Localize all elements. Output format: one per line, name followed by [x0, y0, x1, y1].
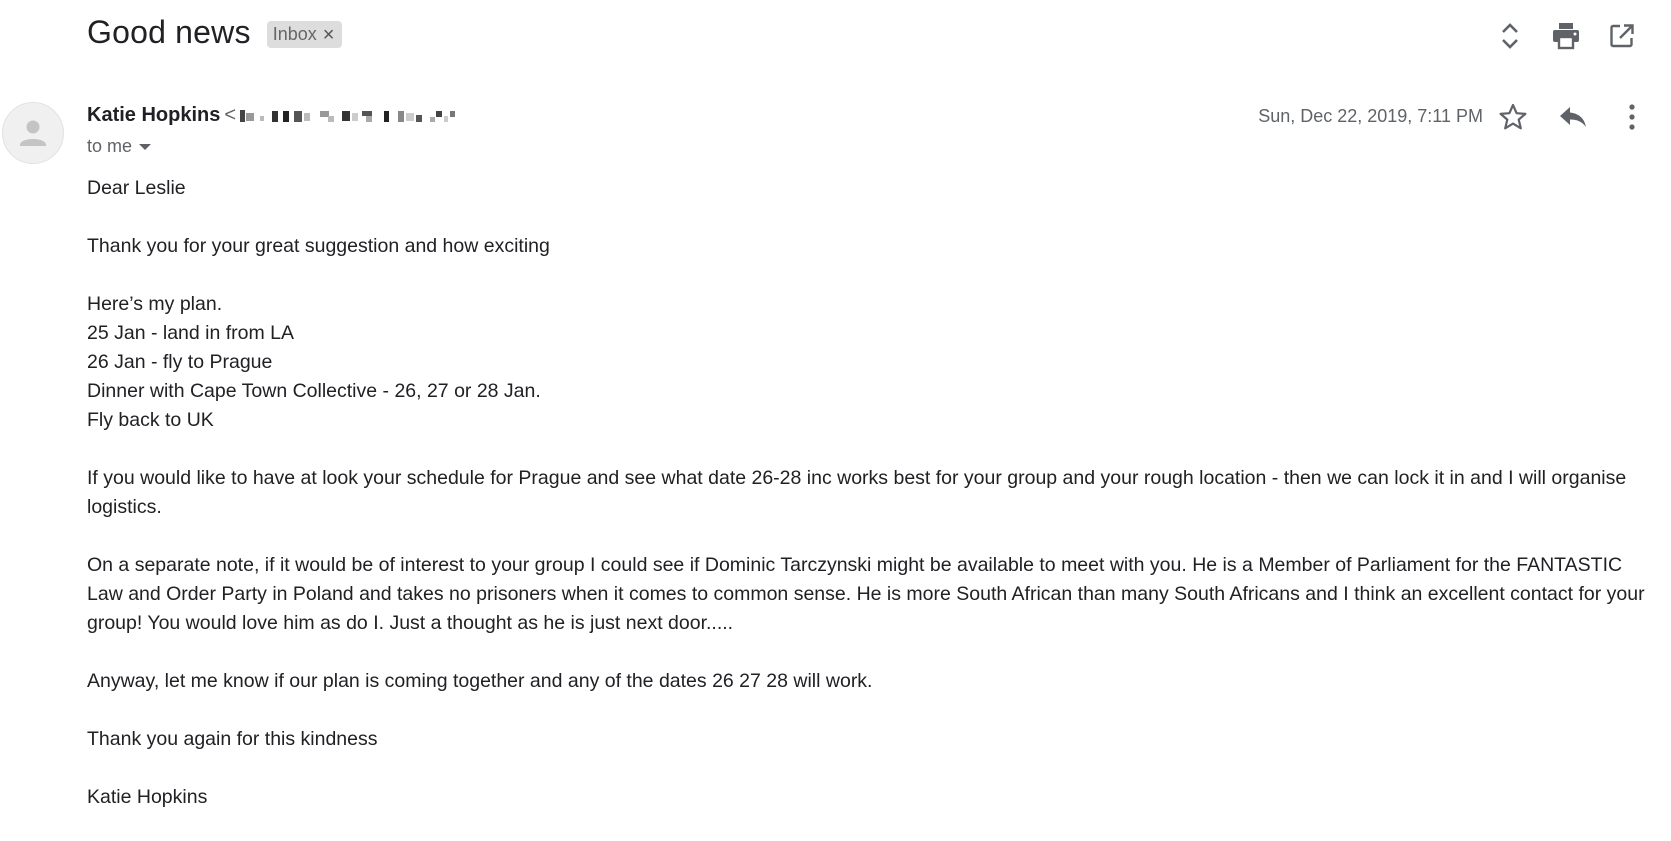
- thread-toolbar: [1481, 20, 1671, 56]
- sender-name[interactable]: Katie Hopkins: [87, 104, 220, 127]
- recipient-line: to me: [87, 136, 133, 156]
- separate-note-paragraph: On a separate note, if it would be of in…: [87, 554, 1645, 634]
- plan-line: 25 Jan - land in from LA: [87, 322, 295, 344]
- sender-avatar[interactable]: [2, 102, 64, 164]
- label-chip-text: Inbox: [272, 24, 317, 44]
- more-options-icon[interactable]: [1622, 102, 1642, 132]
- plan-line: Dinner with Cape Town Collective - 26, 2…: [87, 380, 541, 402]
- anyway-paragraph: Anyway, let me know if our plan is comin…: [87, 670, 873, 692]
- inbox-label-chip[interactable]: Inbox ×: [266, 21, 343, 48]
- message-date: Sun, Dec 22, 2019, 7:11 PM: [1258, 106, 1483, 126]
- print-icon[interactable]: [1551, 22, 1581, 50]
- greeting: Dear Leslie: [87, 177, 186, 199]
- email-subject: Good news: [87, 14, 251, 50]
- subject-row: Good news Inbox ×: [87, 14, 343, 51]
- person-icon: [20, 120, 46, 146]
- sender-row: Katie Hopkins <: [87, 104, 478, 127]
- signature: Katie Hopkins: [87, 786, 208, 808]
- star-icon[interactable]: [1498, 102, 1528, 132]
- sender-email-open-bracket: <: [224, 104, 237, 126]
- thanks-again-paragraph: Thank you again for this kindness: [87, 728, 378, 750]
- schedule-paragraph: If you would like to have at look your s…: [87, 467, 1627, 518]
- caret-down-icon: [139, 143, 152, 150]
- plan-line: 26 Jan - fly to Prague: [87, 351, 273, 373]
- plan-paragraph: Here’s my plan. 25 Jan - land in from LA…: [87, 290, 1662, 435]
- message-body: Dear Leslie Thank you for your great sug…: [87, 174, 1662, 841]
- redacted-email-address: [240, 109, 456, 122]
- expand-collapse-icon[interactable]: [1497, 20, 1523, 52]
- remove-label-button[interactable]: ×: [323, 25, 335, 45]
- thanks-paragraph: Thank you for your great suggestion and …: [87, 235, 550, 257]
- reply-icon[interactable]: [1558, 104, 1588, 130]
- recipient-details-toggle[interactable]: to me: [87, 136, 152, 157]
- open-in-new-window-icon[interactable]: [1609, 23, 1635, 49]
- plan-line: Here’s my plan.: [87, 293, 223, 315]
- plan-line: Fly back to UK: [87, 409, 214, 431]
